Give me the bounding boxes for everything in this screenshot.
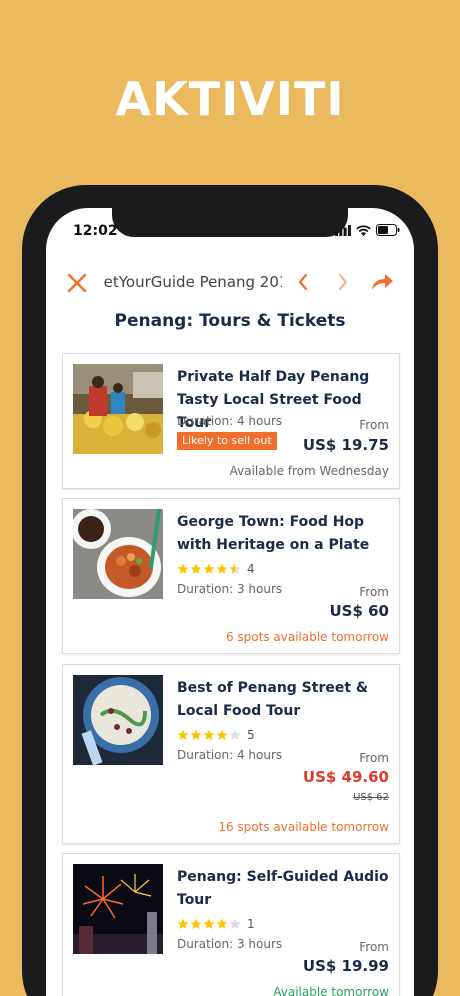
availability: 16 spots available tomorrow	[218, 820, 389, 834]
rating-stars: 1	[177, 917, 255, 931]
sale-price: US$ 49.60	[302, 768, 389, 786]
duration: Duration: 4 hours	[177, 414, 283, 428]
availability: Available from Wednesday	[229, 464, 389, 478]
availability: 6 spots available tomorrow	[225, 630, 389, 644]
star-full-icon	[216, 918, 228, 929]
star-full-icon	[177, 563, 189, 574]
star-full-icon	[203, 729, 215, 740]
product-title: Penang: Self-Guided Audio Tour	[177, 869, 389, 908]
duration: Duration: 3 hours	[177, 582, 283, 596]
signal-icon	[335, 224, 351, 236]
star-full-icon	[216, 563, 228, 574]
product-title: Best of Penang Street & Local Food Tour	[177, 680, 369, 719]
price-from-label: From	[359, 585, 389, 599]
original-price: US$ 62	[353, 792, 389, 803]
status-icons	[335, 224, 400, 236]
product-image	[73, 864, 163, 954]
availability: Available tomorrow	[273, 985, 389, 996]
product-image	[73, 509, 163, 599]
price-from-label: From	[359, 751, 389, 765]
star-empty-icon	[229, 729, 241, 740]
rating-stars: 4	[177, 562, 255, 576]
price-from-label: From	[359, 418, 389, 432]
product-card[interactable]: Penang: Self-Guided Audio Tour 1 Duratio…	[62, 853, 400, 996]
product-card[interactable]: Best of Penang Street & Local Food Tour …	[62, 664, 400, 844]
star-half-icon	[229, 563, 241, 574]
star-full-icon	[177, 918, 189, 929]
star-full-icon	[203, 918, 215, 929]
navbar-title-container: GetYourGuide Penang 2019	[104, 272, 282, 296]
share-icon[interactable]	[368, 270, 396, 294]
product-image	[73, 675, 163, 765]
product-title: George Town: Food Hop with Heritage on a…	[177, 514, 370, 553]
price: US$ 19.75	[302, 436, 389, 454]
product-image	[73, 364, 163, 454]
price-from-label: From	[359, 940, 389, 954]
duration: Duration: 3 hours	[177, 937, 283, 951]
product-card[interactable]: Private Half Day Penang Tasty Local Stre…	[62, 353, 400, 489]
star-full-icon	[190, 918, 202, 929]
phone-screen: 12:02 GetYourGuide Penang 2019	[46, 208, 414, 996]
status-time: 12:02	[73, 223, 118, 239]
star-full-icon	[216, 729, 228, 740]
rating-count: 4	[247, 562, 255, 576]
wifi-icon	[356, 224, 371, 236]
rating-count: 1	[247, 917, 255, 931]
product-card[interactable]: George Town: Food Hop with Heritage on a…	[62, 498, 400, 654]
battery-icon	[376, 224, 400, 236]
forward-arrow-icon[interactable]	[336, 272, 350, 292]
price: US$ 19.99	[302, 957, 389, 975]
sell-out-badge: Likely to sell out	[177, 432, 277, 450]
phone-notch	[112, 208, 348, 237]
close-icon[interactable]	[66, 272, 88, 294]
star-full-icon	[190, 563, 202, 574]
star-full-icon	[190, 729, 202, 740]
navbar: GetYourGuide Penang 2019	[46, 266, 414, 300]
star-empty-icon	[229, 918, 241, 929]
back-arrow-icon[interactable]	[296, 272, 310, 292]
rating-count: 5	[247, 728, 255, 742]
star-full-icon	[177, 729, 189, 740]
price: US$ 60	[329, 602, 389, 620]
promo-title: AKTIVITI	[115, 72, 345, 126]
page-title: Penang: Tours & Tickets	[114, 311, 346, 331]
rating-stars: 5	[177, 728, 255, 742]
star-full-icon	[203, 563, 215, 574]
duration: Duration: 4 hours	[177, 748, 283, 762]
navbar-title: GetYourGuide Penang 2019	[104, 273, 282, 291]
